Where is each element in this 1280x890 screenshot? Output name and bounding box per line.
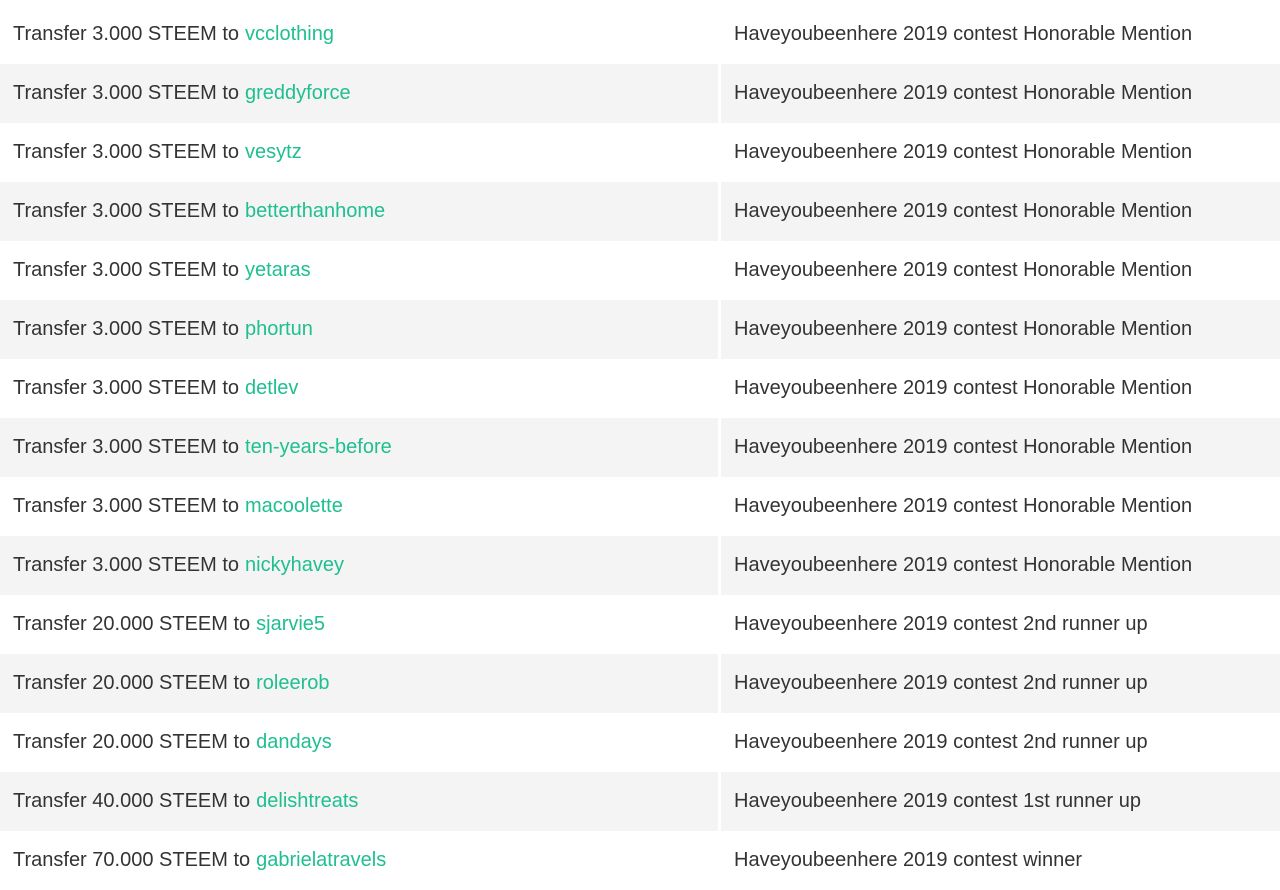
transfer-amount-text: Transfer 3.000 STEEM to [13,554,240,576]
recipient-link[interactable]: detlev [245,377,298,400]
table-row: Transfer 70.000 STEEM to gabrielatravels H… [0,831,1280,890]
transfer-amount-text: Transfer 3.000 STEEM to [13,259,240,281]
table-row: Transfer 3.000 STEEM to yetaras Haveyoubee… [0,241,1280,300]
memo-text: Haveyoubeenhere 2019 contest 2nd runner … [734,731,1148,753]
transfer-description-cell: Transfer 3.000 STEEM to yetaras [0,241,718,300]
recipient-link[interactable]: vesytz [245,141,302,164]
recipient-link[interactable]: sjarvie5 [256,613,325,636]
transfer-amount-text: Transfer 3.000 STEEM to [13,436,240,458]
memo-cell: Haveyoubeenhere 2019 contest Honorable M… [721,241,1280,300]
transfer-amount-text: Transfer 40.000 STEEM to [13,790,251,812]
memo-text: Haveyoubeenhere 2019 contest Honorable M… [734,259,1193,281]
memo-cell: Haveyoubeenhere 2019 contest 2nd runner … [721,654,1280,713]
recipient-link[interactable]: betterthanhome [245,200,385,223]
table-row: Transfer 3.000 STEEM to betterthanhome Hav… [0,182,1280,241]
memo-cell: Haveyoubeenhere 2019 contest 2nd runner … [721,713,1280,772]
memo-cell: Haveyoubeenhere 2019 contest Honorable M… [721,418,1280,477]
transfer-description-cell: Transfer 3.000 STEEM to detlev [0,359,718,418]
recipient-link[interactable]: greddyforce [245,82,351,105]
transfer-amount-text: Transfer 3.000 STEEM to [13,200,240,222]
memo-text: Haveyoubeenhere 2019 contest 2nd runner … [734,613,1148,635]
recipient-link[interactable]: phortun [245,318,313,341]
recipient-link[interactable]: macoolette [245,495,343,518]
memo-text: Haveyoubeenhere 2019 contest winner [734,849,1083,871]
transfer-description-cell: Transfer 3.000 STEEM to phortun [0,300,718,359]
memo-cell: Haveyoubeenhere 2019 contest winner [721,831,1280,890]
transfer-amount-text: Transfer 20.000 STEEM to [13,672,251,694]
memo-text: Haveyoubeenhere 2019 contest Honorable M… [734,141,1193,163]
transfer-amount-text: Transfer 70.000 STEEM to [13,849,251,871]
table-row: Transfer 3.000 STEEM to vcclothing Haveyou… [0,5,1280,64]
recipient-link[interactable]: roleerob [256,672,329,695]
transfer-amount-text: Transfer 3.000 STEEM to [13,23,240,45]
transfer-description-cell: Transfer 3.000 STEEM to ten-years-before [0,418,718,477]
table-row: Transfer 3.000 STEEM to macoolette Haveyou… [0,477,1280,536]
memo-text: Haveyoubeenhere 2019 contest Honorable M… [734,495,1193,517]
transfer-amount-text: Transfer 20.000 STEEM to [13,731,251,753]
recipient-link[interactable]: ten-years-before [245,436,392,459]
recipient-link[interactable]: gabrielatravels [256,849,386,872]
recipient-link[interactable]: vcclothing [245,23,334,46]
table-row: Transfer 3.000 STEEM to vesytz Haveyoubeen… [0,123,1280,182]
transfer-amount-text: Transfer 3.000 STEEM to [13,377,240,399]
transfer-description-cell: Transfer 20.000 STEEM to dandays [0,713,718,772]
transfer-description-cell: Transfer 3.000 STEEM to nickyhavey [0,536,718,595]
memo-cell: Haveyoubeenhere 2019 contest Honorable M… [721,64,1280,123]
transfer-amount-text: Transfer 3.000 STEEM to [13,495,240,517]
transfer-description-cell: Transfer 70.000 STEEM to gabrielatravels [0,831,718,890]
memo-text: Haveyoubeenhere 2019 contest Honorable M… [734,377,1193,399]
memo-text: Haveyoubeenhere 2019 contest Honorable M… [734,318,1193,340]
table-row: Transfer 3.000 STEEM to ten-years-before H… [0,418,1280,477]
memo-text: Haveyoubeenhere 2019 contest Honorable M… [734,436,1193,458]
memo-cell: Haveyoubeenhere 2019 contest 1st runner … [721,772,1280,831]
memo-cell: Haveyoubeenhere 2019 contest Honorable M… [721,536,1280,595]
memo-cell: Haveyoubeenhere 2019 contest Honorable M… [721,300,1280,359]
transfer-description-cell: Transfer 3.000 STEEM to betterthanhome [0,182,718,241]
table-row: Transfer 40.000 STEEM to delishtreats Have… [0,772,1280,831]
memo-cell: Haveyoubeenhere 2019 contest Honorable M… [721,182,1280,241]
memo-cell: Haveyoubeenhere 2019 contest 2nd runner … [721,595,1280,654]
transfer-amount-text: Transfer 20.000 STEEM to [13,613,251,635]
transfer-description-cell: Transfer 3.000 STEEM to vesytz [0,123,718,182]
transfer-description-cell: Transfer 3.000 STEEM to vcclothing [0,5,718,64]
transfer-description-cell: Transfer 3.000 STEEM to greddyforce [0,64,718,123]
memo-cell: Haveyoubeenhere 2019 contest Honorable M… [721,123,1280,182]
table-row: Transfer 3.000 STEEM to nickyhavey Haveyou… [0,536,1280,595]
recipient-link[interactable]: nickyhavey [245,554,344,577]
transfer-amount-text: Transfer 3.000 STEEM to [13,318,240,340]
memo-text: Haveyoubeenhere 2019 contest 1st runner … [734,790,1141,812]
memo-cell: Haveyoubeenhere 2019 contest Honorable M… [721,359,1280,418]
transfer-history-table: Transfer 3.000 STEEM to vcclothing Haveyou… [0,5,1280,890]
recipient-link[interactable]: delishtreats [256,790,358,813]
table-row: Transfer 3.000 STEEM to detlev Haveyoubeen… [0,359,1280,418]
memo-text: Haveyoubeenhere 2019 contest Honorable M… [734,200,1193,222]
table-row: Transfer 20.000 STEEM to sjarvie5 Haveyoub… [0,595,1280,654]
transfer-description-cell: Transfer 40.000 STEEM to delishtreats [0,772,718,831]
table-row: Transfer 20.000 STEEM to roleerob Haveyoub… [0,654,1280,713]
table-row: Transfer 20.000 STEEM to dandays Haveyoube… [0,713,1280,772]
transfer-description-cell: Transfer 3.000 STEEM to macoolette [0,477,718,536]
memo-text: Haveyoubeenhere 2019 contest 2nd runner … [734,672,1148,694]
memo-text: Haveyoubeenhere 2019 contest Honorable M… [734,554,1193,576]
recipient-link[interactable]: dandays [256,731,332,754]
table-row: Transfer 3.000 STEEM to greddyforce Haveyo… [0,64,1280,123]
memo-cell: Haveyoubeenhere 2019 contest Honorable M… [721,5,1280,64]
memo-text: Haveyoubeenhere 2019 contest Honorable M… [734,82,1193,104]
memo-cell: Haveyoubeenhere 2019 contest Honorable M… [721,477,1280,536]
transfer-amount-text: Transfer 3.000 STEEM to [13,82,240,104]
transfer-amount-text: Transfer 3.000 STEEM to [13,141,240,163]
recipient-link[interactable]: yetaras [245,259,311,282]
transfer-description-cell: Transfer 20.000 STEEM to sjarvie5 [0,595,718,654]
memo-text: Haveyoubeenhere 2019 contest Honorable M… [734,23,1193,45]
transfer-description-cell: Transfer 20.000 STEEM to roleerob [0,654,718,713]
table-row: Transfer 3.000 STEEM to phortun Haveyoubee… [0,300,1280,359]
